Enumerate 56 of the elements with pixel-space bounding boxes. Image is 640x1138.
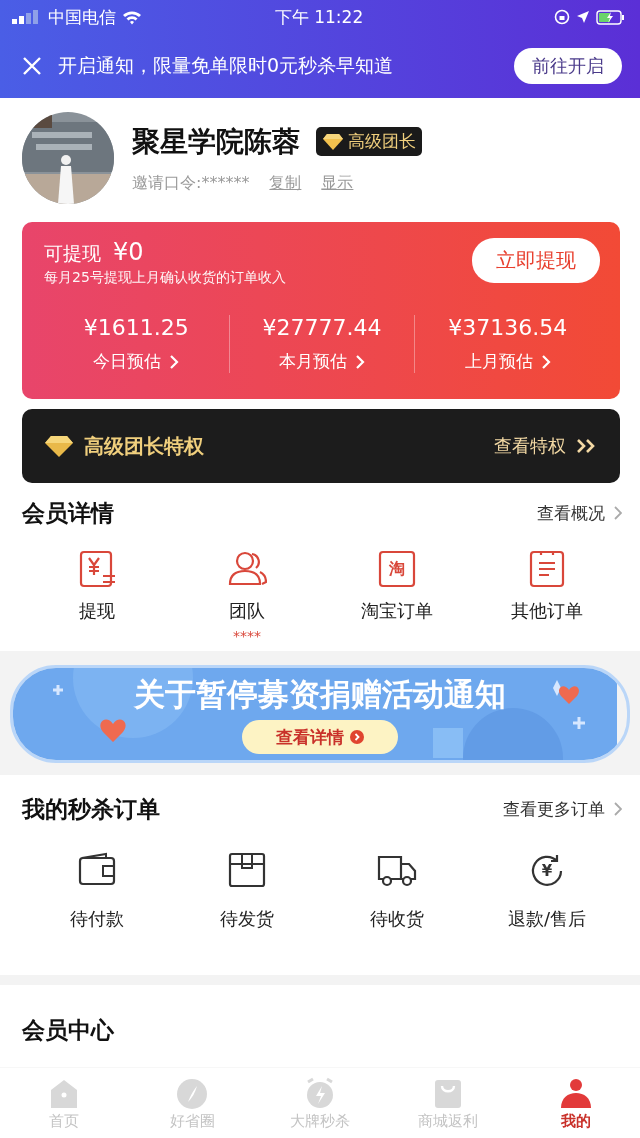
menu-item[interactable]: ¥ 退款/售后 (472, 851, 622, 931)
menu-item[interactable]: 待收货 (322, 851, 472, 931)
more-orders-link[interactable]: 查看更多订单 (503, 797, 622, 821)
section-title: 我的秒杀订单 (22, 794, 160, 824)
menu-item[interactable]: 待发货 (172, 851, 322, 931)
privilege-title: 高级团长特权 (84, 432, 204, 460)
chevron-icon (169, 354, 180, 369)
menu-item[interactable]: 团队 **** (172, 549, 322, 643)
menu-item[interactable]: 淘 淘宝订单 (322, 549, 472, 643)
stat-value: ¥37136.54 (448, 315, 568, 340)
notice-text: 开启通知，限量免单限时0元秒杀早知道 (58, 53, 395, 78)
stat-link[interactable]: 今日预估 (93, 350, 180, 373)
section-title: 会员详情 (22, 498, 114, 528)
earnings-note: 每月25号提现上月确认收货的订单收入 (44, 269, 286, 287)
icon-glyph: ¥ (541, 863, 553, 879)
diamond-icon (44, 434, 74, 458)
tab-item[interactable]: 我的 (512, 1068, 640, 1138)
chevron-icon (540, 354, 551, 369)
stat-link[interactable]: 上月预估 (464, 350, 551, 373)
withdraw-button[interactable]: 立即提现 (472, 238, 600, 283)
banner-title: 关于暂停募资捐赠活动通知 (134, 675, 506, 714)
taobao-icon (377, 549, 417, 589)
close-icon[interactable] (22, 56, 42, 76)
withdraw-icon (77, 549, 117, 589)
notice-banner[interactable]: 关于暂停募资捐赠活动通知 查看详情 (10, 665, 630, 763)
withdrawable-label: 可提现 (44, 241, 101, 266)
wifi-icon (122, 9, 142, 25)
chevron-icon (355, 354, 365, 369)
menu-item[interactable]: 提现 (22, 549, 172, 643)
masked-count: **** (233, 629, 261, 643)
user-name: 聚星学院陈蓉 (132, 123, 300, 160)
status-time: 下午 11:22 (274, 5, 364, 29)
diamond-icon (322, 132, 344, 151)
location-icon (576, 10, 590, 24)
details-button[interactable]: 查看详情 (242, 720, 398, 754)
privilege-bar[interactable]: 高级团长特权 查看特权 (22, 409, 620, 483)
invite-code: 邀请口令:****** (132, 172, 250, 194)
rotation-lock-icon (554, 9, 570, 25)
enable-button[interactable]: 前往开启 (514, 48, 622, 84)
chevron-icon (613, 802, 622, 816)
withdrawable-amount: ¥0 (113, 238, 144, 266)
stat-link[interactable]: 本月预估 (279, 350, 365, 373)
battery-icon (596, 9, 626, 25)
icon-glyph: 淘 (389, 561, 405, 577)
document-icon (527, 549, 567, 589)
carrier-name: 中国电信 (48, 5, 116, 29)
overview-link[interactable]: 查看概况 (537, 501, 622, 525)
privilege-link[interactable]: 查看特权 (494, 434, 566, 458)
chevron-circle-icon (350, 730, 364, 744)
menu-item[interactable]: 其他订单 (472, 549, 622, 643)
stat-value: ¥1611.25 (83, 315, 189, 340)
stat-value: ¥27777.44 (262, 315, 382, 340)
menu-item[interactable]: 待付款 (22, 851, 172, 931)
section-title: 会员中心 (22, 1016, 115, 1045)
level-badge: 高级团长 (316, 127, 422, 156)
chevron-icon (613, 506, 622, 520)
